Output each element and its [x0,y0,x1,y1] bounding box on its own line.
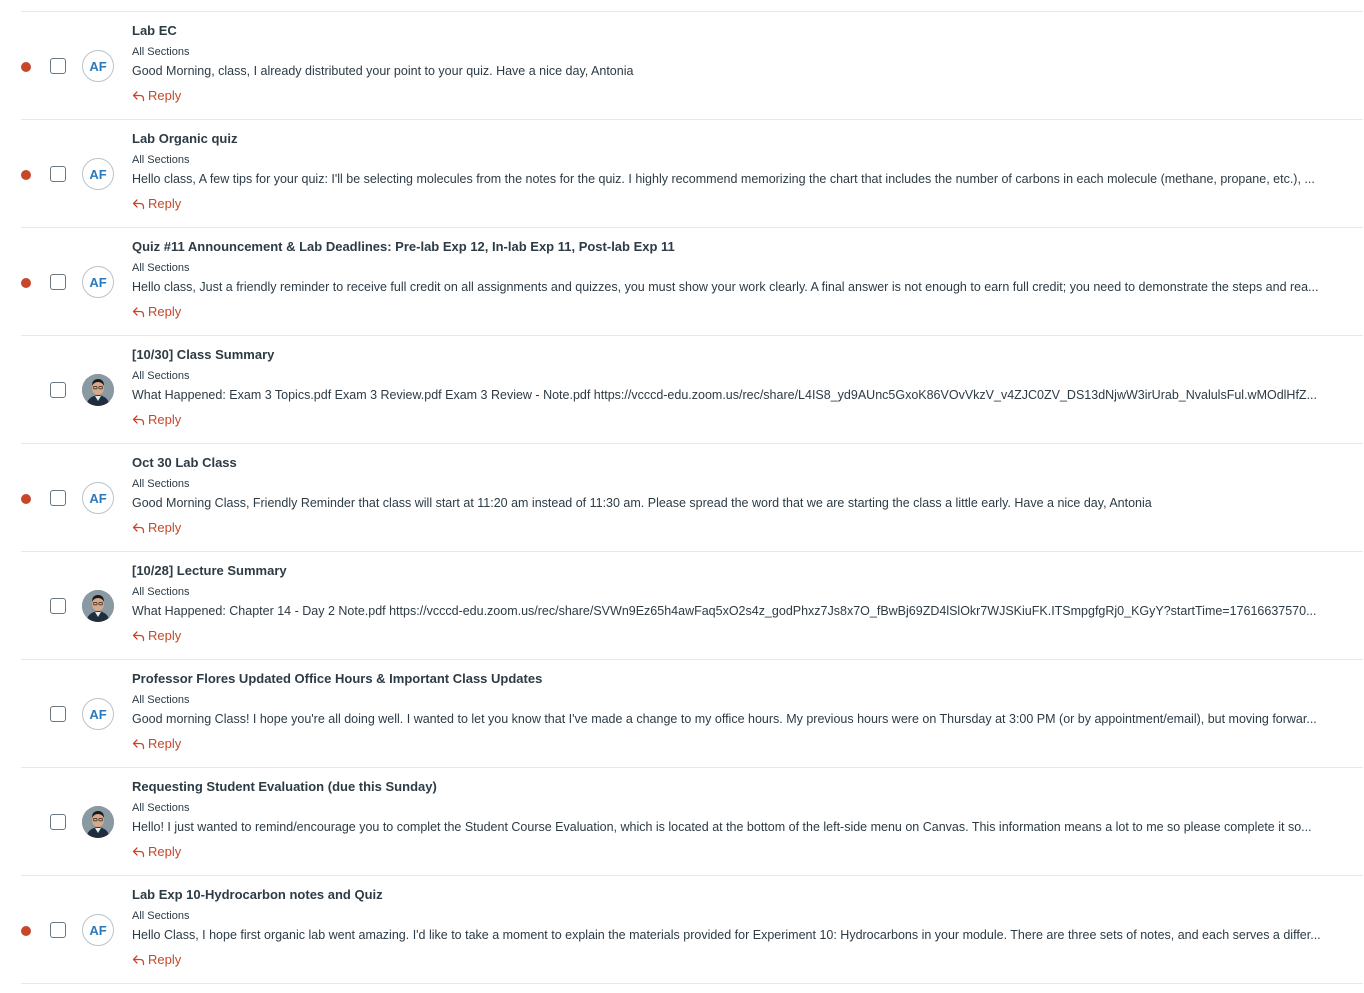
reply-label: Reply [148,844,182,859]
reply-icon [132,523,145,534]
reply-label: Reply [148,304,182,319]
reply-label: Reply [148,952,182,967]
announcement-row[interactable]: AF Lab Organic quiz All Sections Hello c… [21,120,1363,228]
announcement-message: What Happened: Chapter 14 - Day 2 Note.p… [132,604,1317,618]
announcement-title[interactable]: Professor Flores Updated Office Hours & … [132,671,1333,687]
announcement-row[interactable]: [10/30] Class Summary All Sections What … [21,336,1363,444]
announcement-sections: All Sections [132,46,190,58]
reply-icon [132,955,145,966]
announcement-message: Good Morning, class, I already distribut… [132,64,634,78]
select-checkbox[interactable] [50,166,66,182]
select-checkbox[interactable] [50,814,66,830]
select-checkbox[interactable] [50,58,66,74]
author-avatar-photo[interactable] [82,590,114,622]
announcement-message: Hello Class, I hope first organic lab we… [132,928,1321,942]
announcement-list: AF Lab EC All Sections Good Morning, cla… [21,11,1363,984]
announcement-content: Quiz #11 Announcement & Lab Deadlines: P… [132,239,1333,323]
announcement-message: What Happened: Exam 3 Topics.pdf Exam 3 … [132,388,1317,402]
announcement-title[interactable]: Lab Organic quiz [132,131,1333,147]
announcement-row[interactable]: AF Quiz #11 Announcement & Lab Deadlines… [21,228,1363,336]
reply-button[interactable]: Reply [132,952,181,968]
select-checkbox[interactable] [50,274,66,290]
reply-button[interactable]: Reply [132,88,181,104]
author-avatar[interactable]: AF [82,482,114,514]
announcement-title[interactable]: Requesting Student Evaluation (due this … [132,779,1333,795]
announcement-sections: All Sections [132,262,190,274]
reply-button[interactable]: Reply [132,844,181,860]
announcement-content: Lab EC All Sections Good Morning, class,… [132,23,1333,107]
author-avatar[interactable]: AF [82,50,114,82]
reply-icon [132,199,145,210]
announcement-content: Lab Exp 10-Hydrocarbon notes and Quiz Al… [132,887,1333,971]
reply-icon [132,739,145,750]
announcement-row[interactable]: AF Lab Exp 10-Hydrocarbon notes and Quiz… [21,876,1363,984]
reply-icon [132,307,145,318]
announcement-row[interactable]: AF Oct 30 Lab Class All Sections Good Mo… [21,444,1363,552]
announcement-row[interactable]: AF Lab EC All Sections Good Morning, cla… [21,12,1363,120]
reply-label: Reply [148,628,182,643]
reply-button[interactable]: Reply [132,304,181,320]
announcement-content: Requesting Student Evaluation (due this … [132,779,1333,863]
announcement-sections: All Sections [132,478,190,490]
author-avatar-photo[interactable] [82,374,114,406]
reply-icon [132,91,145,102]
announcement-title[interactable]: Quiz #11 Announcement & Lab Deadlines: P… [132,239,1333,255]
announcement-content: Oct 30 Lab Class All Sections Good Morni… [132,455,1333,539]
author-avatar-photo[interactable] [82,806,114,838]
select-checkbox[interactable] [50,922,66,938]
announcement-message: Good morning Class! I hope you're all do… [132,712,1317,726]
announcement-message: Hello class, Just a friendly reminder to… [132,280,1319,294]
announcement-row[interactable]: Requesting Student Evaluation (due this … [21,768,1363,876]
announcement-content: [10/28] Lecture Summary All Sections Wha… [132,563,1333,647]
unread-indicator-icon [21,62,31,72]
select-checkbox[interactable] [50,706,66,722]
author-avatar[interactable]: AF [82,914,114,946]
select-checkbox[interactable] [50,598,66,614]
reply-button[interactable]: Reply [132,736,181,752]
reply-button[interactable]: Reply [132,196,181,212]
announcement-row[interactable]: [10/28] Lecture Summary All Sections Wha… [21,552,1363,660]
announcement-sections: All Sections [132,154,190,166]
reply-icon [132,631,145,642]
announcement-sections: All Sections [132,910,190,922]
reply-button[interactable]: Reply [132,628,181,644]
announcement-title[interactable]: [10/28] Lecture Summary [132,563,1333,579]
reply-icon [132,415,145,426]
announcement-content: Lab Organic quiz All Sections Hello clas… [132,131,1333,215]
reply-button[interactable]: Reply [132,412,181,428]
unread-indicator-icon [21,278,31,288]
reply-icon [132,847,145,858]
announcement-message: Hello! I just wanted to remind/encourage… [132,820,1312,834]
select-checkbox[interactable] [50,490,66,506]
announcement-sections: All Sections [132,694,190,706]
author-avatar[interactable]: AF [82,266,114,298]
announcement-sections: All Sections [132,586,190,598]
reply-label: Reply [148,88,182,103]
announcement-title[interactable]: [10/30] Class Summary [132,347,1333,363]
reply-label: Reply [148,196,182,211]
announcement-title[interactable]: Oct 30 Lab Class [132,455,1333,471]
announcement-content: [10/30] Class Summary All Sections What … [132,347,1333,431]
announcement-sections: All Sections [132,370,190,382]
select-checkbox[interactable] [50,382,66,398]
announcement-sections: All Sections [132,802,190,814]
reply-label: Reply [148,520,182,535]
announcement-message: Hello class, A few tips for your quiz: I… [132,172,1315,186]
author-avatar[interactable]: AF [82,158,114,190]
unread-indicator-icon [21,170,31,180]
reply-label: Reply [148,736,182,751]
announcement-title[interactable]: Lab Exp 10-Hydrocarbon notes and Quiz [132,887,1333,903]
unread-indicator-icon [21,494,31,504]
announcement-row[interactable]: AF Professor Flores Updated Office Hours… [21,660,1363,768]
reply-label: Reply [148,412,182,427]
reply-button[interactable]: Reply [132,520,181,536]
announcement-message: Good Morning Class, Friendly Reminder th… [132,496,1152,510]
author-avatar[interactable]: AF [82,698,114,730]
announcement-title[interactable]: Lab EC [132,23,1333,39]
announcement-content: Professor Flores Updated Office Hours & … [132,671,1333,755]
unread-indicator-icon [21,926,31,936]
